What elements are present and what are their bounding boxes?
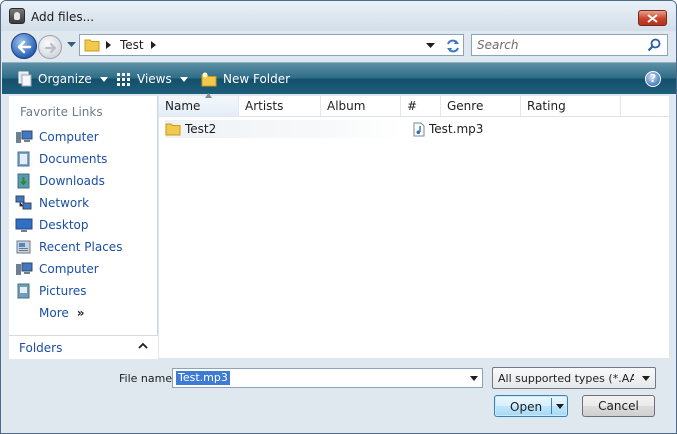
folders-label: Folders	[19, 341, 63, 355]
favorite-links-header: Favorite Links	[20, 105, 103, 119]
new-folder-icon	[201, 72, 217, 86]
address-row: Test	[1, 31, 676, 61]
views-button[interactable]: Views	[116, 70, 188, 88]
nav-item-recent-places[interactable]: Recent Places	[9, 236, 158, 258]
column-header-name[interactable]: Name	[159, 93, 239, 117]
add-files-dialog: Add files... Test Search Organize Views …	[0, 0, 677, 434]
folder-icon	[165, 123, 181, 136]
search-icon[interactable]	[647, 38, 661, 52]
nav-item-network[interactable]: Network	[9, 192, 158, 214]
column-header-track[interactable]: #	[401, 96, 441, 117]
recent-pages-dropdown-icon[interactable]	[67, 42, 76, 48]
file-item-folder[interactable]: Test2	[165, 120, 401, 138]
views-label: Views	[137, 72, 172, 86]
column-header-artists[interactable]: Artists	[239, 96, 321, 117]
pictures-icon	[17, 283, 30, 299]
search-box[interactable]	[471, 34, 668, 56]
file-name: Test.mp3	[429, 122, 484, 136]
forward-arrow-icon	[44, 42, 57, 54]
chevron-down-icon	[99, 76, 108, 82]
documents-icon	[17, 151, 30, 167]
column-header-rating[interactable]: Rating	[521, 96, 621, 117]
organize-label: Organize	[38, 72, 92, 86]
split-divider	[551, 398, 552, 414]
computer-icon	[16, 262, 33, 275]
address-bar[interactable]: Test	[79, 34, 464, 56]
chevron-down-icon	[642, 376, 650, 381]
recent-places-icon	[16, 240, 31, 254]
file-list: Name Artists Album # Genre Rating Test2 …	[159, 93, 669, 358]
file-name-combobox[interactable]: Test.mp3	[172, 368, 483, 388]
title-bar: Add files...	[1, 1, 676, 31]
folders-toggle[interactable]: Folders	[9, 335, 158, 359]
address-dropdown-icon[interactable]	[426, 43, 435, 48]
views-icon	[117, 73, 130, 86]
open-label: Open	[510, 400, 543, 414]
column-header-genre[interactable]: Genre	[441, 96, 521, 117]
nav-item-pictures[interactable]: Pictures	[9, 280, 158, 302]
breadcrumb-arrow-icon[interactable]	[151, 41, 156, 49]
forward-button[interactable]	[38, 35, 62, 59]
nav-item-downloads[interactable]: Downloads	[9, 170, 158, 192]
file-item-audio[interactable]: Test.mp3	[413, 120, 533, 138]
file-type-value: All supported types (*.AAC;*.A	[498, 372, 634, 385]
back-button[interactable]	[11, 33, 37, 59]
window-title: Add files...	[31, 10, 95, 24]
folder-icon	[84, 39, 100, 52]
cancel-button[interactable]: Cancel	[582, 395, 655, 417]
breadcrumb-arrow-icon[interactable]	[106, 41, 111, 49]
open-dropdown-icon[interactable]	[556, 404, 564, 409]
new-folder-label: New Folder	[223, 72, 291, 86]
double-chevron-right-icon: »	[76, 306, 85, 320]
nav-more-link[interactable]: More »	[9, 302, 158, 324]
column-headers: Name Artists Album # Genre Rating	[159, 93, 669, 117]
app-icon	[9, 8, 25, 24]
file-type-select[interactable]: All supported types (*.AAC;*.A	[492, 367, 656, 389]
close-button[interactable]	[638, 10, 667, 26]
close-icon	[647, 14, 658, 23]
chevron-up-icon	[138, 342, 148, 349]
navigation-pane: Favorite Links Computer Documents Downlo…	[9, 96, 158, 358]
help-icon[interactable]: ?	[645, 71, 661, 87]
computer-icon	[16, 130, 33, 143]
back-arrow-icon	[17, 40, 32, 54]
network-icon	[15, 195, 32, 210]
file-name-input[interactable]: Test.mp3	[176, 371, 230, 385]
nav-item-documents[interactable]: Documents	[9, 148, 158, 170]
chevron-down-icon[interactable]	[470, 376, 478, 381]
file-name: Test2	[185, 122, 217, 136]
command-bar: Organize Views New Folder ?	[2, 62, 676, 94]
nav-item-computer[interactable]: Computer	[9, 126, 158, 148]
file-name-label: File name:	[119, 372, 176, 385]
sort-ascending-icon	[205, 93, 212, 98]
breadcrumb-test[interactable]: Test	[120, 38, 144, 52]
open-button[interactable]: Open	[494, 395, 568, 417]
organize-icon	[18, 71, 32, 87]
favorite-links-list: Computer Documents Downloads Network Des…	[9, 126, 158, 324]
downloads-icon	[17, 173, 30, 189]
more-label: More	[39, 306, 69, 320]
refresh-icon[interactable]	[444, 38, 462, 54]
audio-file-icon	[413, 122, 425, 136]
column-header-album[interactable]: Album	[321, 96, 401, 117]
desktop-icon	[15, 218, 33, 232]
nav-item-computer-2[interactable]: Computer	[9, 258, 158, 280]
nav-item-desktop[interactable]: Desktop	[9, 214, 158, 236]
chevron-down-icon	[179, 76, 188, 82]
organize-button[interactable]: Organize	[18, 70, 108, 88]
new-folder-button[interactable]: New Folder	[201, 70, 290, 88]
search-input[interactable]	[472, 35, 642, 55]
